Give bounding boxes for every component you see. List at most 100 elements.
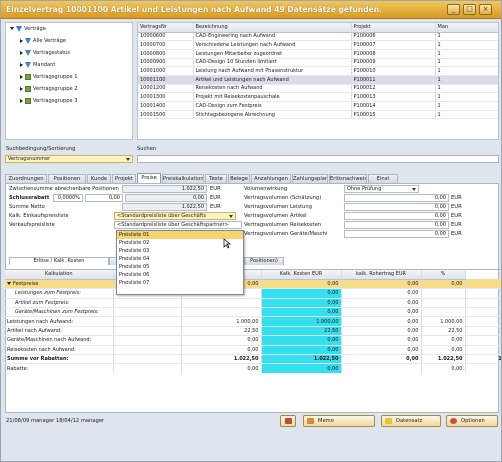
grid-row[interactable]: Leistungen nach Aufwand: 1.000,00 1.000,00… — [5, 316, 501, 327]
mouse-cursor-icon — [223, 238, 231, 249]
table-cell: 10001400 — [138, 101, 194, 111]
chevron-down-icon — [412, 188, 416, 191]
grid-row[interactable]: Artikel zum Festpreis: 0,00 0,00 — [5, 298, 501, 309]
calc-pricelist-select[interactable]: <Standardpreisliste über Geschäfts — [114, 212, 236, 220]
tab-preise[interactable]: Preise — [137, 173, 161, 183]
volume-effect-select[interactable]: Ohne Prüfung — [344, 185, 419, 193]
grid-column-header[interactable]: Kalkulation — [5, 270, 114, 280]
pricelist-option[interactable]: Preisliste 07 — [117, 279, 243, 287]
grid-row[interactable]: Reisekosten nach Aufwand: 0,00 0,00 0,00 0,0… — [5, 345, 501, 356]
tab-texte[interactable]: Texte — [205, 174, 227, 183]
discount-percent-field[interactable]: 0,0000% — [53, 194, 83, 202]
pricelist-option[interactable]: Preisliste 06 — [117, 271, 243, 279]
chevron-right-icon[interactable] — [20, 74, 23, 79]
subtab-positions[interactable]: Positionen) — [244, 257, 284, 265]
tree-node[interactable]: Vertragsgruppe 3 — [20, 97, 77, 106]
close-button[interactable]: × — [479, 4, 492, 15]
table-row[interactable]: 10000700 Verschiedene Leistungen nach Auf… — [138, 40, 498, 50]
table-row[interactable]: 10001200 Reisekosten nach Aufwand P100012 1 — [138, 84, 498, 94]
grid-column-header[interactable]: kalk. Rohertrag EUR — [341, 270, 422, 280]
search-condition-select[interactable]: Vertragsnummer — [5, 155, 133, 163]
chevron-down-icon[interactable] — [10, 27, 14, 30]
flag-button[interactable] — [280, 415, 296, 427]
pricelist-option[interactable]: Preisliste 05 — [117, 263, 243, 271]
table-cell: 1 — [435, 49, 498, 59]
search-input[interactable] — [137, 155, 499, 163]
table-row[interactable]: 10000800 Leistungen Mitarbeiter zugeordne… — [138, 49, 498, 59]
grid-row[interactable]: Geräte/Maschinen zum Festpreis: 0,00 0,00 — [5, 307, 501, 318]
grid-cell: 0,00 — [181, 345, 262, 356]
grid-row-label-text: Geräte/Maschinen zum Festpreis: — [15, 309, 99, 316]
memo-button[interactable]: Memo — [303, 415, 375, 427]
minimize-button[interactable]: _ — [447, 4, 460, 15]
grid-column-header[interactable]: % — [421, 270, 466, 280]
volume-service-field[interactable]: 0,00 — [344, 203, 449, 211]
grid-row[interactable]: Rabatte: 0,00 0,00 0,00 — [5, 363, 501, 373]
grid-row-label: Artikel zum Festpreis: — [5, 298, 114, 309]
chevron-right-icon[interactable] — [20, 38, 23, 43]
tree-node[interactable]: Verträge — [10, 25, 46, 34]
tree-node[interactable]: Vertragsgruppe 2 — [20, 85, 77, 94]
column-header[interactable]: Bezeichnung — [193, 23, 352, 33]
volume-estimate-field[interactable]: 0,00 — [344, 194, 449, 202]
chevron-right-icon[interactable] — [20, 50, 23, 55]
tab-anzahlungen[interactable]: Anzahlungen — [251, 174, 291, 183]
tab-einst[interactable]: Einst — [368, 174, 398, 183]
volume-article-currency: EUR — [451, 213, 462, 219]
table-row[interactable]: 10001300 Projekt mit Reisekostenpauschale… — [138, 92, 498, 102]
tab-erl-snachweis[interactable]: Erlösnachweis — [329, 174, 367, 183]
chevron-right-icon[interactable] — [20, 98, 23, 103]
options-label: Optionen — [461, 418, 485, 424]
grid-row[interactable]: Geräte/Maschinen nach Aufwand: 0,00 0,00 0,… — [5, 335, 501, 346]
grid-column-header[interactable]: Kalk. Kosten EUR — [261, 270, 342, 280]
table-row[interactable]: 10001000 Leistung nach Aufwand mit Phasen… — [138, 66, 498, 76]
column-header[interactable]: Projekt — [351, 23, 436, 33]
tab-belege[interactable]: Belege — [228, 174, 250, 183]
volume-article-label: Vertragsvolumen Artikel — [244, 213, 307, 219]
column-header[interactable]: VertragsNr — [138, 23, 194, 33]
maximize-button[interactable]: □ — [463, 4, 476, 15]
chevron-down-icon[interactable] — [7, 282, 11, 286]
tree-node[interactable]: Vertragsstatus — [20, 49, 70, 58]
tree-node[interactable]: Alle Verträge — [20, 37, 66, 46]
table-cell: Leistungen Mitarbeiter zugeordnet — [193, 49, 352, 59]
volume-travel-field[interactable]: 0,00 — [344, 221, 449, 229]
subtab-revenue-costs[interactable]: Erlöse / Kalk. Kosten — [9, 257, 109, 265]
tab-projekt[interactable]: Projekt — [112, 174, 136, 183]
table-row[interactable]: 10000600 CAD-Engineering nach Aufwand P100… — [138, 32, 498, 42]
sales-pricelist-select[interactable]: <Standardpreisliste über Geschäftspartne… — [114, 221, 242, 229]
grid-row[interactable]: Festpreise 0,00 0,00 0,00 0,00 — [5, 279, 501, 290]
options-button[interactable]: Optionen — [446, 415, 498, 427]
table-row[interactable]: 10000900 CAD-Design 10 Stunden limitiert P… — [138, 58, 498, 68]
tab-zahlungsplan[interactable]: Zahlungsplan — [292, 174, 328, 183]
table-row[interactable]: 10001100 Artikel und Leistungen nach Aufw… — [138, 75, 498, 85]
chevron-right-icon[interactable] — [20, 62, 23, 67]
discount-value-field[interactable]: 0,00 — [85, 194, 123, 202]
table-cell: Reisekosten nach Aufwand — [193, 84, 352, 94]
pricelist-option[interactable]: Preisliste 04 — [117, 255, 243, 263]
volume-equipment-field[interactable]: 0,00 — [344, 230, 449, 238]
column-header[interactable]: Man — [435, 23, 498, 33]
net-sum-field: 1.022,50 — [122, 203, 207, 211]
tab-preiskalkulation[interactable]: Preiskalkulation — [162, 174, 204, 183]
grid-row[interactable]: Summe vor Rabatten: 1.022,50 1.022,50 0,00 1… — [5, 354, 501, 365]
tab-positionen[interactable]: Positionen — [48, 174, 86, 183]
grid-row[interactable]: Artikel nach Aufwand: 22,50 22,50 0,00 22,50… — [5, 326, 501, 337]
tree-node-label: Vertragsgruppe 3 — [33, 98, 78, 104]
tree-node[interactable]: Vertragsgruppe 1 — [20, 73, 77, 82]
table-cell: P100008 — [351, 49, 436, 59]
grid-cell: 0,00 — [261, 298, 342, 309]
grid-row-label-text: Rabatte: — [7, 365, 29, 372]
volume-effect-value: Ohne Prüfung — [347, 186, 382, 192]
table-row[interactable]: 10001500 Stichtagsbezogene Abrechnung P100… — [138, 110, 498, 120]
grid-row[interactable]: Leistungen zum Festpreis: 0,00 0,00 — [5, 288, 501, 299]
chevron-right-icon[interactable] — [20, 86, 23, 91]
table-cell: P100007 — [351, 40, 436, 50]
tab-kunde[interactable]: Kunde — [87, 174, 111, 183]
volume-service-label: Vertragsvolumen Leistung — [244, 204, 313, 210]
tab-zuordnungen[interactable]: Zuordnungen — [5, 174, 47, 183]
tree-node[interactable]: Mandant — [20, 61, 55, 70]
volume-article-field[interactable]: 0,00 — [344, 212, 449, 220]
record-button[interactable]: Datensatz — [381, 415, 441, 427]
table-row[interactable]: 10001400 CAD-Design zum Festpreis P100014 1 — [138, 101, 498, 111]
